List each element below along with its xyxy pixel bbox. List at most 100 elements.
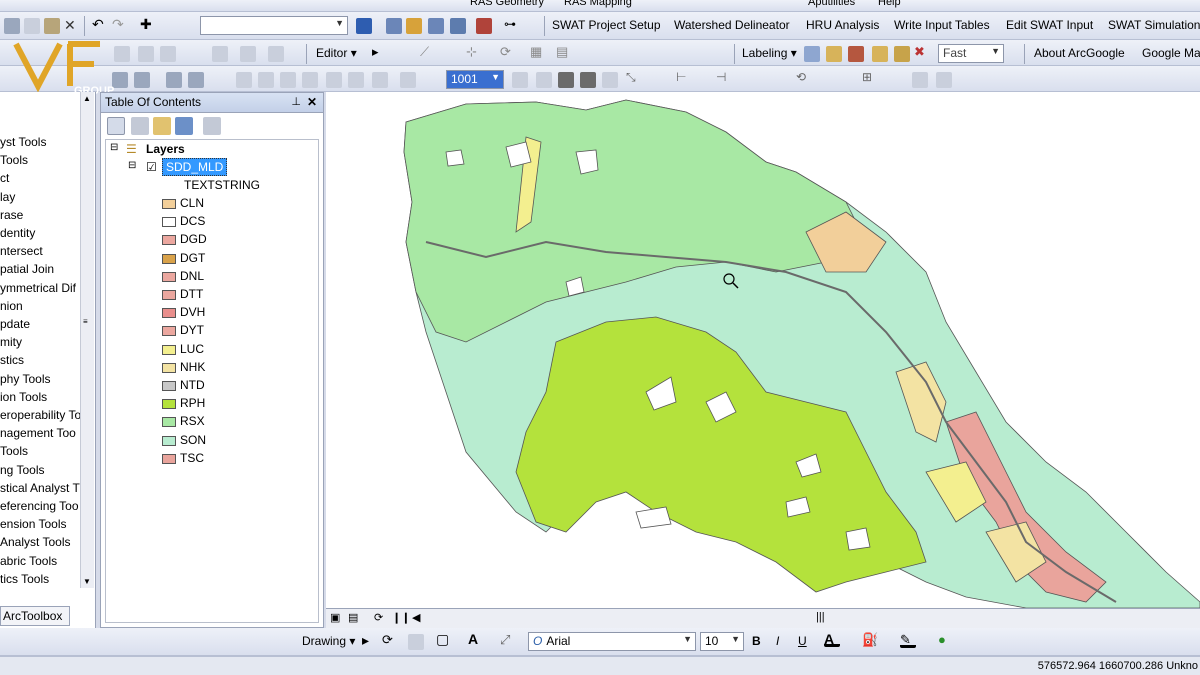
- edit-tool-icon[interactable]: ▸: [372, 44, 388, 60]
- legend-swatch[interactable]: [162, 235, 176, 246]
- toolbox-scrollbar[interactable]: ▲ ≡ ▼: [80, 92, 94, 588]
- label-priority-icon[interactable]: [826, 46, 842, 62]
- layer-visibility-checkbox[interactable]: ☑: [146, 160, 157, 174]
- select-features-icon[interactable]: [372, 72, 388, 88]
- delete-icon[interactable]: ✕: [64, 17, 80, 33]
- watershed-delineator-menu[interactable]: Watershed Delineator: [674, 18, 790, 32]
- legend-swatch[interactable]: [162, 399, 176, 410]
- contrast-icon[interactable]: [580, 72, 596, 88]
- underline-button[interactable]: U: [798, 634, 807, 648]
- data-view-icon[interactable]: ▣: [330, 611, 340, 624]
- zoom-out-fixed-icon[interactable]: [258, 72, 274, 88]
- legend-swatch[interactable]: [162, 417, 176, 428]
- grid-icon[interactable]: [138, 46, 154, 62]
- edit-vertices-icon[interactable]: ⤢: [500, 632, 516, 648]
- write-input-tables-menu[interactable]: Write Input Tables: [894, 18, 990, 32]
- clear-selection-icon[interactable]: [400, 72, 416, 88]
- toolbox-item[interactable]: Tools: [0, 153, 28, 167]
- paste-icon[interactable]: [44, 18, 60, 34]
- font-size-combo[interactable]: 10 ▼: [700, 632, 744, 651]
- toolbox-item[interactable]: Tools: [0, 444, 28, 458]
- text-icon[interactable]: A: [468, 631, 484, 647]
- layer-combo[interactable]: 1001 ▼: [446, 70, 504, 89]
- lock-labels-icon[interactable]: [872, 46, 888, 62]
- collapse-layers-icon[interactable]: ⊟: [110, 142, 118, 153]
- scrollbar-grip-icon[interactable]: |||: [816, 611, 825, 623]
- georef-rotate-icon[interactable]: ⟲: [796, 70, 812, 86]
- editor-toolbar-icon[interactable]: [356, 18, 372, 34]
- find-icon[interactable]: [134, 72, 150, 88]
- swat-project-setup-menu[interactable]: SWAT Project Setup: [552, 18, 661, 32]
- label-quality-combo[interactable]: Fast ▼: [938, 44, 1004, 63]
- legend-swatch[interactable]: [162, 435, 176, 446]
- edit-swat-input-menu[interactable]: Edit SWAT Input: [1006, 18, 1093, 32]
- bold-button[interactable]: B: [752, 634, 761, 648]
- legend-swatch[interactable]: [162, 453, 176, 464]
- map-view[interactable]: [326, 92, 1200, 608]
- toolbox-item[interactable]: phy Tools: [0, 372, 50, 386]
- legend-swatch[interactable]: [162, 290, 176, 300]
- options-icon[interactable]: [203, 117, 221, 135]
- transparency-icon[interactable]: [602, 72, 618, 88]
- line-color-icon[interactable]: ✎: [900, 632, 916, 648]
- effects-icon[interactable]: [558, 72, 574, 88]
- zoom-to-selected-icon[interactable]: [408, 634, 424, 650]
- align-icon[interactable]: [240, 46, 256, 62]
- toolbox-item[interactable]: ng Tools: [0, 463, 44, 477]
- toc-window-icon[interactable]: [386, 18, 402, 34]
- scroll-up-icon[interactable]: ▲: [83, 94, 91, 103]
- legend-swatch[interactable]: [162, 344, 176, 355]
- pause-icon[interactable]: ❙❙: [392, 611, 410, 624]
- list-icon[interactable]: [212, 46, 228, 62]
- list-by-source-icon[interactable]: [131, 117, 149, 135]
- toolbox-item[interactable]: eferencing Too: [0, 499, 79, 513]
- legend-swatch[interactable]: [162, 271, 176, 282]
- list-by-visibility-icon[interactable]: [153, 117, 171, 135]
- pin-icon[interactable]: ⊥: [291, 95, 301, 108]
- toolbox-item[interactable]: dentity: [0, 226, 35, 240]
- list-by-drawing-order-icon[interactable]: [107, 117, 125, 135]
- toolbox-item[interactable]: nagement Too: [0, 426, 76, 440]
- toolbox-item[interactable]: stical Analyst T: [0, 481, 80, 495]
- georef-update-icon[interactable]: [912, 72, 928, 88]
- table-icon[interactable]: [160, 46, 176, 62]
- unplaced-labels-icon[interactable]: ✖: [914, 44, 930, 60]
- label-weight-icon[interactable]: [848, 46, 864, 62]
- toolbox-item[interactable]: rase: [0, 208, 23, 222]
- refresh-icon[interactable]: ⟳: [374, 611, 383, 624]
- toolbox-item[interactable]: tics Tools: [0, 572, 49, 586]
- menu-help[interactable]: Help: [878, 0, 901, 8]
- toolbox-item[interactable]: stics: [0, 353, 24, 367]
- font-name-combo[interactable]: O Arial ▼: [528, 632, 696, 651]
- legend-swatch[interactable]: [162, 308, 176, 319]
- previous-extent-icon[interactable]: [326, 72, 342, 88]
- catalog-window-icon[interactable]: [406, 18, 422, 34]
- model-builder-icon[interactable]: ⊶: [504, 17, 520, 33]
- font-color-icon[interactable]: A: [824, 631, 840, 647]
- flicker-icon[interactable]: [536, 72, 552, 88]
- legend-swatch[interactable]: [162, 253, 176, 264]
- copy-icon[interactable]: [24, 18, 40, 34]
- map-canvas[interactable]: [326, 92, 1200, 608]
- swipe-icon[interactable]: [512, 72, 528, 88]
- labeling-menu[interactable]: Labeling ▾: [742, 46, 797, 60]
- collapse-layer-icon[interactable]: ⊟: [128, 160, 136, 171]
- marker-color-icon[interactable]: ●: [938, 632, 954, 648]
- toolbox-item[interactable]: lay: [0, 190, 15, 204]
- menu-ras-geometry[interactable]: RAS Geometry: [470, 0, 544, 8]
- full-extent-icon[interactable]: [302, 72, 318, 88]
- list-by-selection-icon[interactable]: [175, 117, 193, 135]
- toolbox-item[interactable]: Analyst Tools: [0, 535, 70, 549]
- google-maps-button[interactable]: Google Ma: [1142, 46, 1200, 60]
- editor-menu[interactable]: Editor ▾: [316, 46, 357, 60]
- arctoolbox-tab[interactable]: ArcToolbox: [0, 606, 70, 626]
- scroll-thumb-grip-icon[interactable]: ≡: [83, 317, 88, 326]
- toolbox-item[interactable]: ct: [0, 171, 9, 185]
- swat-simulation-menu[interactable]: SWAT Simulation: [1108, 18, 1200, 32]
- toolbox-window-icon[interactable]: [450, 18, 466, 34]
- zoom-in-fixed-icon[interactable]: [236, 72, 252, 88]
- toolbox-item[interactable]: ion Tools: [0, 390, 47, 404]
- legend-swatch[interactable]: [162, 217, 176, 228]
- split-icon[interactable]: ⊹: [466, 44, 482, 60]
- sketch-icon[interactable]: ⟋: [420, 44, 436, 60]
